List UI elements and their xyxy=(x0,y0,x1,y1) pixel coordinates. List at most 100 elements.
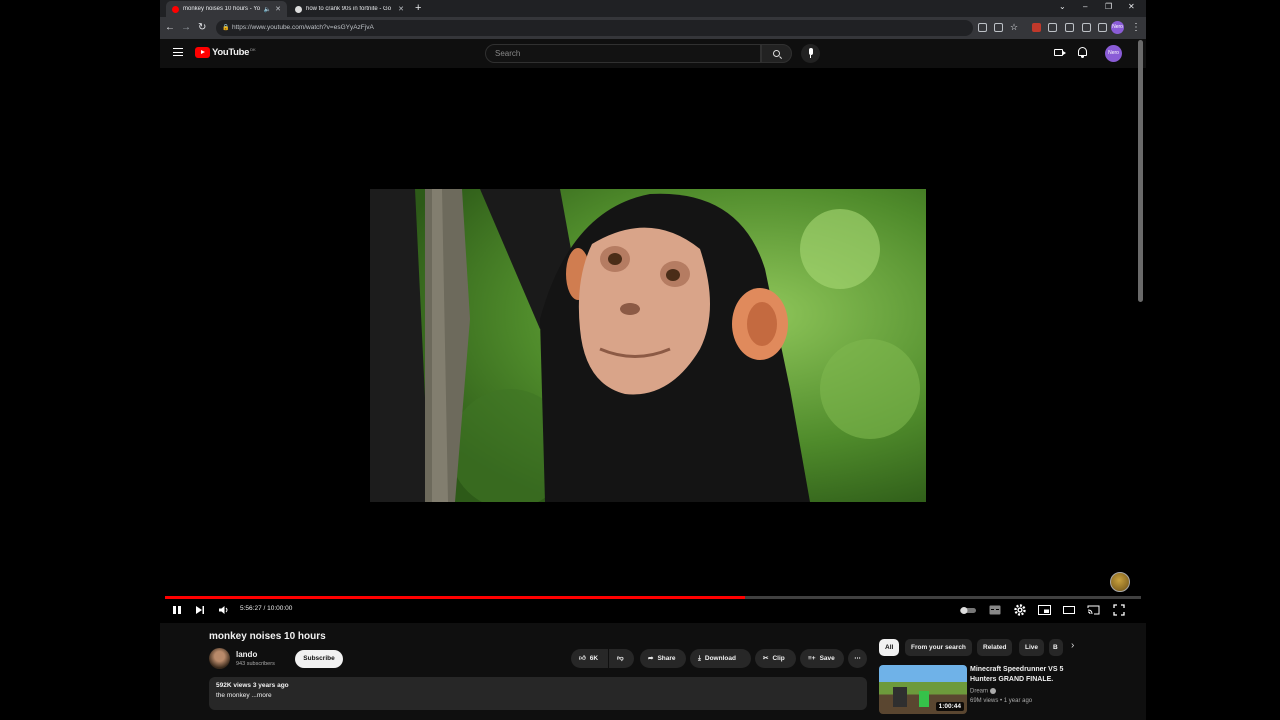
tab-title: monkey noises 10 hours - Yo xyxy=(183,6,261,12)
bookmark-star-icon[interactable]: ☆ xyxy=(1010,20,1018,34)
recommendation-title[interactable]: Minecraft Speedrunner VS 5 Hunters GRAND… xyxy=(970,665,1070,685)
theater-mode-icon[interactable] xyxy=(1063,606,1075,614)
fullscreen-icon[interactable] xyxy=(1113,604,1125,616)
menu-kebab-icon[interactable]: ⋮ xyxy=(1131,21,1141,35)
autoplay-toggle-icon[interactable] xyxy=(959,606,977,615)
share-arrow-icon: ➦ xyxy=(648,655,654,662)
close-tab-icon[interactable]: ✕ xyxy=(275,5,281,13)
restore-icon[interactable]: ❐ xyxy=(1105,1,1112,13)
tab-strip: monkey noises 10 hours - Yo 🔈 ✕ how to c… xyxy=(160,0,1146,17)
time-display: 5:56:27 / 10:00:00 xyxy=(240,605,293,612)
recommendation-meta: 69M views • 1 year ago xyxy=(970,698,1033,704)
video-player[interactable]: 5:56:27 / 10:00:00 xyxy=(160,68,1146,623)
reload-icon[interactable]: ↻ xyxy=(198,21,206,35)
chevron-right-icon[interactable]: › xyxy=(1071,640,1074,651)
miniplayer-icon[interactable] xyxy=(1038,605,1051,615)
account-avatar[interactable]: Nero xyxy=(1105,45,1122,62)
thumbs-up-icon: 👍︎ xyxy=(579,655,586,662)
settings-gear-icon[interactable] xyxy=(1014,604,1026,616)
browser-toolbar: ← → ↻ 🔒 https://www.youtube.com/watch?v=… xyxy=(160,17,1146,39)
google-favicon-icon xyxy=(295,5,302,13)
subtitles-icon[interactable] xyxy=(989,605,1001,615)
thumbnail-character xyxy=(919,691,929,707)
reading-list-icon[interactable] xyxy=(1082,23,1091,32)
description-box[interactable]: 592K views 3 years ago the monkey ...mor… xyxy=(209,677,867,710)
region-code: DK xyxy=(250,47,256,52)
search-input[interactable]: Search xyxy=(485,44,761,63)
youtube-logo[interactable]: YouTube DK xyxy=(195,47,256,58)
speaker-icon: 🔈 xyxy=(263,6,272,13)
like-button[interactable]: 👍︎ 6K xyxy=(571,649,608,668)
tab-google[interactable]: how to crank 90s in fortnite - Go ✕ xyxy=(289,1,410,17)
voice-search-mic-icon[interactable] xyxy=(801,44,820,63)
chip-from-your-search[interactable]: From your search xyxy=(905,639,972,656)
save-label: Save xyxy=(819,655,835,662)
minimize-icon[interactable]: – xyxy=(1083,1,1087,13)
dislike-button[interactable]: 👎︎ xyxy=(609,649,634,668)
next-icon[interactable] xyxy=(195,605,205,615)
download-icon: ⤓ xyxy=(698,655,701,662)
youtube-favicon-icon xyxy=(172,5,179,13)
more-actions-button[interactable]: ⋯ xyxy=(848,649,867,668)
extension-icon[interactable] xyxy=(1032,23,1041,32)
subscriber-count: 943 subscribers xyxy=(236,661,275,667)
share-page-icon[interactable] xyxy=(994,23,1003,32)
page-scrollbar[interactable] xyxy=(1138,40,1143,302)
recommendation-thumbnail[interactable]: 1:00:44 xyxy=(879,665,967,714)
chip-live[interactable]: Live xyxy=(1019,639,1045,656)
clip-button[interactable]: ✂ Clip xyxy=(755,649,796,668)
chimpanzee-image xyxy=(370,189,926,502)
install-icon[interactable] xyxy=(978,23,987,32)
url-text: https://www.youtube.com/watch?v=esGYyAzF… xyxy=(232,24,374,31)
verified-badge-icon xyxy=(990,688,997,694)
forward-icon[interactable]: → xyxy=(181,21,191,35)
thumbnail-character xyxy=(893,687,907,707)
download-label: Download xyxy=(704,655,736,662)
hamburger-menu-icon[interactable] xyxy=(173,48,183,56)
youtube-header: YouTube DK Search Nero xyxy=(160,39,1146,68)
video-title: monkey noises 10 hours xyxy=(209,631,326,642)
extensions-puzzle-icon[interactable] xyxy=(1065,23,1074,32)
pause-icon[interactable] xyxy=(172,605,182,615)
chip-related[interactable]: Related xyxy=(977,639,1013,656)
clip-label: Clip xyxy=(772,655,785,662)
view-count-and-date: 592K views 3 years ago xyxy=(216,682,289,689)
extension-icon[interactable] xyxy=(1048,23,1057,32)
volume-icon[interactable] xyxy=(218,605,230,615)
close-tab-icon[interactable]: ✕ xyxy=(398,5,404,13)
save-button[interactable]: ≡+ Save xyxy=(800,649,844,668)
channel-avatar[interactable] xyxy=(209,648,230,669)
search-icon xyxy=(773,50,780,57)
channel-name[interactable]: lando xyxy=(236,650,257,659)
chrome-profile-avatar[interactable]: Nero xyxy=(1111,21,1124,34)
thumbs-down-icon: 👎︎ xyxy=(617,655,624,662)
like-count: 6K xyxy=(589,655,599,662)
video-duration: 1:00:44 xyxy=(935,702,964,711)
youtube-play-icon xyxy=(195,47,210,58)
side-panel-icon[interactable] xyxy=(1098,23,1107,32)
search-button[interactable] xyxy=(761,44,792,63)
close-window-icon[interactable]: ✕ xyxy=(1128,1,1135,13)
tab-youtube[interactable]: monkey noises 10 hours - Yo 🔈 ✕ xyxy=(166,1,287,17)
more-horizontal-icon: ⋯ xyxy=(854,655,861,662)
video-frame-chimpanzee xyxy=(370,189,926,502)
download-button[interactable]: ⤓ Download xyxy=(690,649,751,668)
logo-text: YouTube xyxy=(212,47,250,58)
chip-all[interactable]: All xyxy=(879,639,900,656)
create-video-icon[interactable] xyxy=(1054,49,1066,56)
notifications-bell-icon[interactable] xyxy=(1078,47,1087,58)
share-button[interactable]: ➦ Share xyxy=(640,649,686,668)
tab-search-chevron-icon[interactable]: ⌄ xyxy=(1059,1,1066,13)
address-bar[interactable]: 🔒 https://www.youtube.com/watch?v=esGYyA… xyxy=(216,20,973,36)
share-label: Share xyxy=(657,655,676,662)
chip-truncated[interactable]: B xyxy=(1049,639,1063,656)
browser-window: monkey noises 10 hours - Yo 🔈 ✕ how to c… xyxy=(160,0,1146,720)
recommendation-channel[interactable]: Dream xyxy=(970,688,997,695)
back-icon[interactable]: ← xyxy=(165,21,175,35)
tab-title: how to crank 90s in fortnite - Go xyxy=(306,6,392,12)
new-tab-button[interactable]: + xyxy=(415,1,421,15)
cast-icon[interactable] xyxy=(1087,605,1100,615)
progress-bar[interactable] xyxy=(165,596,1141,599)
subscribe-button[interactable]: Subscribe xyxy=(295,650,343,668)
channel-watermark[interactable] xyxy=(1110,572,1130,592)
